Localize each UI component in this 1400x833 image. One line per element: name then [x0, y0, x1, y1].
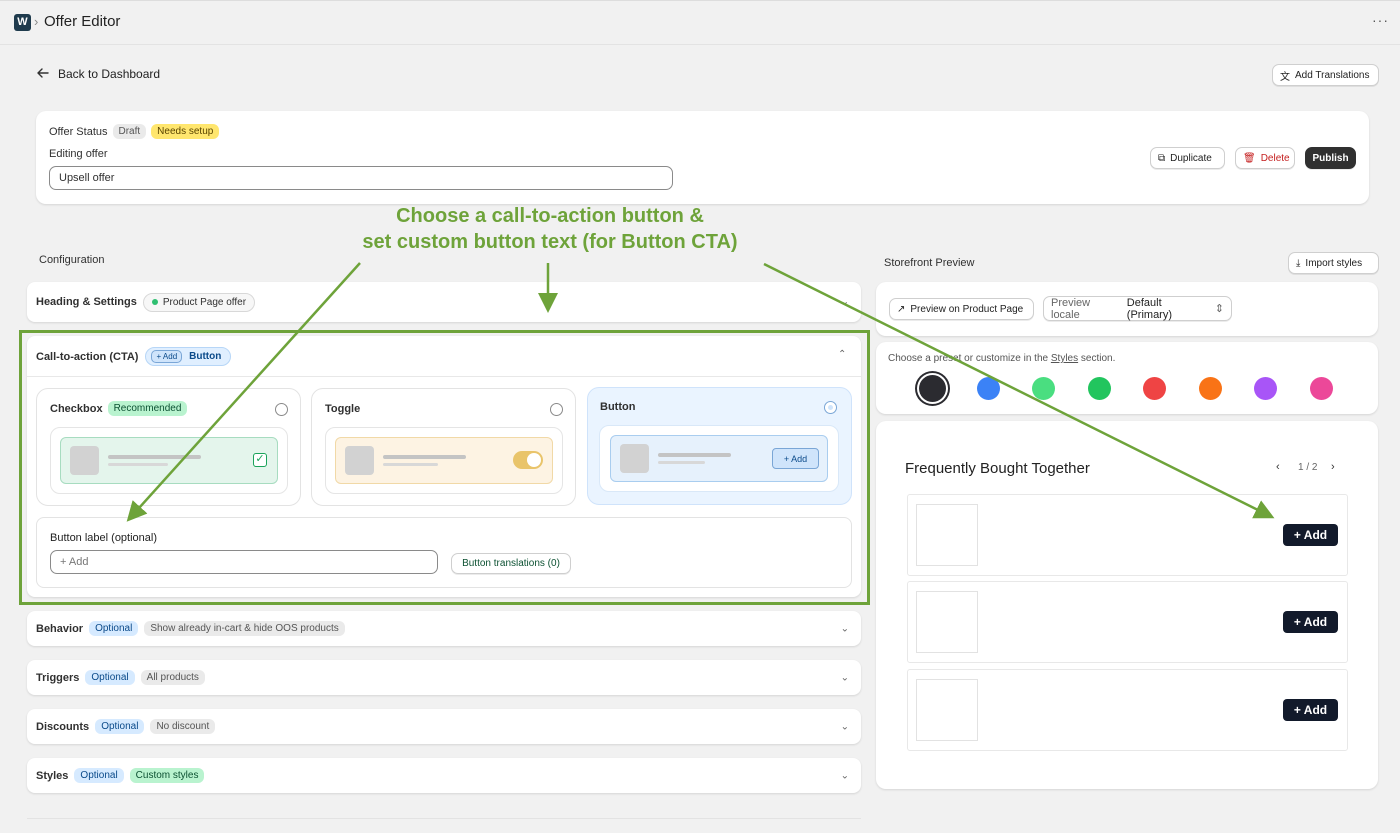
- arrow-to-button-label: [126, 262, 361, 522]
- arrow-to-add-button: [763, 262, 1275, 519]
- annotation-arrows: [126, 262, 1275, 522]
